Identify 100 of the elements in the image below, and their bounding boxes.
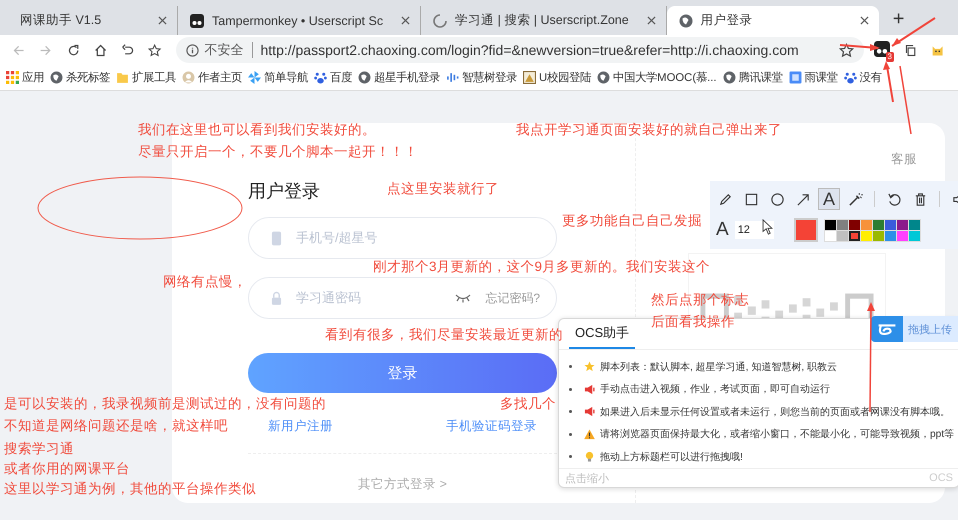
globe-icon bbox=[678, 14, 693, 28]
bookmark-item[interactable]: U校园登陆 bbox=[523, 70, 592, 85]
color-swatch[interactable] bbox=[836, 220, 848, 230]
annotation-text: 我点开学习通页面安装好的就自己弹出来了 bbox=[516, 121, 782, 139]
copy-icon[interactable] bbox=[904, 42, 917, 58]
lightbulb-icon bbox=[584, 451, 595, 462]
undo-icon bbox=[886, 192, 902, 206]
tip-text: 请将浏览器页面保持最大化，或者缩小窗口，不能最小化，可能导致视频，ppt等 bbox=[600, 428, 954, 442]
annotation-text: 网络有点慢， bbox=[163, 273, 247, 291]
megaphone-icon bbox=[584, 384, 595, 395]
tip-text: 脚本列表：默认脚本, 超星学习通, 知道智慧树, 职教云 bbox=[600, 360, 837, 374]
bookmark-item[interactable]: 腾讯课堂 bbox=[722, 70, 782, 85]
avatar-icon bbox=[182, 71, 195, 84]
panel-tab[interactable]: OCS助手 bbox=[569, 324, 636, 349]
color-swatch[interactable] bbox=[824, 220, 836, 230]
bookmark-item[interactable]: 没有 bbox=[844, 70, 882, 85]
tip-text: 拖动上方标题栏可以进行拖拽哦! bbox=[600, 450, 743, 464]
eye-closed-icon[interactable] bbox=[455, 293, 472, 303]
annotation-text: 多找几个 bbox=[500, 395, 556, 413]
bookmark-item[interactable]: 超星手机登录 bbox=[358, 70, 440, 85]
annotation-text: 是可以安装的，我录视频前是测试过的，没有问题的 bbox=[4, 395, 326, 413]
address-field[interactable]: 不安全 http://passport2.chaoxing.com/login?fid=&newversion=true&refer=http://i.chaoxing.com bbox=[176, 37, 864, 63]
bullet-icon bbox=[569, 388, 572, 391]
info-icon bbox=[186, 44, 198, 56]
annotation-text: 尽量只开启一个，不要几个脚本一起开！！！ bbox=[138, 143, 418, 161]
tip-text: 手动点击进入视频，作业，考试页面，即可自动运行 bbox=[600, 382, 830, 396]
bookmark-item[interactable]: 作者主页 bbox=[182, 70, 242, 85]
annotation-text: 看到有很多，我们尽量安装最近更新的 bbox=[325, 326, 563, 344]
bookmark-item[interactable]: 扩展工具 bbox=[116, 70, 176, 85]
current-color-swatch[interactable] bbox=[794, 218, 818, 242]
annotation-text: 不知道是网络问题还是啥，就这样吧 bbox=[4, 417, 228, 435]
close-icon[interactable] bbox=[158, 16, 167, 25]
annotation-text: 这里以学习通为例，其他的平台操作类似 bbox=[4, 480, 256, 498]
bullet-icon bbox=[569, 410, 572, 414]
color-swatch[interactable] bbox=[872, 220, 884, 230]
bullet-icon bbox=[569, 365, 572, 368]
globe-icon bbox=[50, 71, 63, 84]
color-swatch[interactable] bbox=[860, 220, 872, 230]
annotation-text: 刚才那个3月更新的，这个9月多更新的。我们安装这个 bbox=[373, 258, 710, 276]
image-icon bbox=[523, 71, 536, 84]
bullet-icon bbox=[569, 455, 572, 458]
globe-icon bbox=[358, 71, 371, 84]
url-text: http://passport2.chaoxing.com/login?fid=&newversion=true&refer=http://i.chaoxing.com bbox=[260, 42, 800, 58]
star-icon bbox=[584, 361, 595, 372]
bookmark-item[interactable]: 智慧树登录 bbox=[446, 70, 517, 85]
bars-icon bbox=[446, 71, 459, 84]
browser-tab[interactable]: 用户登录 bbox=[666, 6, 879, 35]
lock-icon bbox=[271, 290, 282, 306]
annotation-text: 或者你用的网课平台 bbox=[4, 460, 130, 478]
bookmark-item[interactable]: 简单导航 bbox=[248, 70, 308, 85]
loading-icon bbox=[433, 14, 448, 28]
color-swatch[interactable] bbox=[884, 220, 896, 230]
annotation-text: 后面看我操作 bbox=[651, 313, 735, 331]
color-swatch[interactable] bbox=[896, 230, 908, 240]
color-swatch[interactable] bbox=[908, 220, 920, 230]
color-swatch[interactable] bbox=[860, 230, 872, 240]
color-swatch[interactable] bbox=[848, 220, 860, 230]
color-swatch[interactable] bbox=[884, 230, 896, 240]
bookmark-item[interactable]: 中国大学MOOC(慕... bbox=[597, 70, 716, 85]
font-size-label: A bbox=[716, 219, 729, 241]
bullet-icon bbox=[569, 432, 572, 436]
apps-icon bbox=[6, 71, 19, 84]
star-icon[interactable] bbox=[838, 42, 854, 58]
annotation-line bbox=[899, 66, 912, 134]
close-icon[interactable] bbox=[401, 16, 410, 25]
annotation-arrow bbox=[840, 44, 880, 51]
phone-icon bbox=[271, 230, 282, 246]
bookmark-item[interactable]: 应用 bbox=[6, 70, 44, 85]
annotation-text: 然后点那个标志 bbox=[651, 291, 749, 309]
annotation-text: 更多功能自己自己发掘 bbox=[562, 212, 702, 230]
bookmark-item[interactable]: 百度 bbox=[314, 70, 352, 85]
annotation-text: 搜索学习通 bbox=[4, 440, 74, 458]
color-swatch[interactable] bbox=[848, 230, 860, 240]
pinwheel-icon bbox=[248, 71, 261, 84]
tip-text: 如果进入后未显示任何设置或者未运行，则您当前的页面或者网课没有脚本哦。 bbox=[600, 406, 950, 419]
color-swatch[interactable] bbox=[908, 230, 920, 240]
close-icon[interactable] bbox=[860, 16, 869, 25]
rectangle-icon bbox=[744, 192, 758, 206]
undo-icon[interactable] bbox=[121, 42, 134, 58]
close-icon[interactable] bbox=[646, 16, 656, 25]
square-icon bbox=[788, 71, 802, 84]
color-swatch[interactable] bbox=[836, 230, 848, 240]
text-tool-button[interactable]: A bbox=[818, 188, 840, 210]
security-label: 不安全 bbox=[204, 41, 244, 59]
star-icon[interactable] bbox=[148, 42, 162, 58]
bookmark-item[interactable]: 雨课堂 bbox=[788, 70, 838, 85]
annotation-text: 点这里安装就行了 bbox=[387, 180, 499, 198]
globe-icon bbox=[722, 71, 736, 84]
reload-icon[interactable] bbox=[66, 42, 80, 58]
home-icon[interactable] bbox=[94, 42, 107, 58]
new-tab-button[interactable]: + bbox=[886, 8, 910, 31]
annotation-text: 我们在这里也可以看到我们安装好的。 bbox=[138, 121, 376, 139]
color-swatch[interactable] bbox=[896, 220, 908, 230]
folder-icon bbox=[116, 71, 129, 84]
wand-icon bbox=[848, 192, 862, 206]
circle-icon bbox=[770, 192, 784, 206]
color-swatch[interactable] bbox=[872, 230, 884, 240]
color-swatch[interactable] bbox=[824, 230, 836, 240]
bookmark-item[interactable]: 杀死标签 bbox=[50, 70, 110, 85]
globe-icon bbox=[597, 71, 610, 84]
